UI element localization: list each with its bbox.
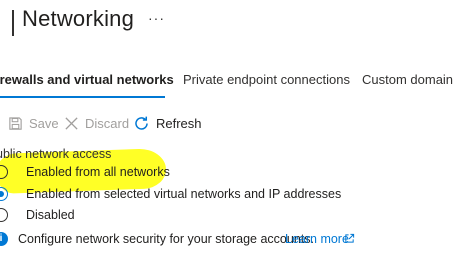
radio-label: Enabled from selected virtual networks a… (26, 187, 342, 201)
title-divider (12, 10, 14, 36)
refresh-label: Refresh (156, 115, 202, 131)
radio-button[interactable] (0, 208, 8, 222)
discard-button[interactable]: Discard (64, 112, 129, 134)
tab-private-endpoint-connections[interactable]: Private endpoint connections (183, 72, 350, 87)
tab-firewalls-virtual-networks[interactable]: irewalls and virtual networks (0, 72, 174, 87)
command-bar: Save Discard Refresh (0, 112, 474, 134)
refresh-icon (135, 116, 148, 130)
learn-more-link[interactable]: Learn more (285, 232, 349, 246)
save-button[interactable]: Save (8, 112, 59, 134)
info-icon: i (0, 232, 8, 246)
tab-custom-domain[interactable]: Custom domain (362, 72, 453, 87)
info-text: Configure network security for your stor… (18, 232, 314, 246)
radio-option-selected-networks[interactable]: Enabled from selected virtual networks a… (0, 186, 341, 204)
refresh-button[interactable]: Refresh (133, 112, 202, 134)
external-link-icon[interactable] (344, 233, 355, 244)
discard-label: Discard (85, 115, 130, 131)
save-label: Save (29, 115, 59, 131)
page-title: Networking (22, 6, 135, 31)
radio-label: Enabled from all networks (26, 165, 170, 179)
radio-option-disabled[interactable]: Disabled (0, 207, 120, 225)
more-options-button[interactable]: ··· (148, 10, 165, 26)
networking-page: Networking ··· irewalls and virtual netw… (0, 0, 474, 258)
tab-bar: irewalls and virtual networks Private en… (0, 72, 474, 92)
radio-button[interactable] (0, 165, 8, 179)
radio-button-selected[interactable] (0, 187, 8, 201)
save-icon (9, 116, 22, 130)
radio-option-all-networks[interactable]: Enabled from all networks (0, 164, 300, 182)
radio-label: Disabled (26, 208, 75, 222)
active-tab-indicator (0, 96, 165, 98)
public-network-access-label: ublic network access (0, 147, 112, 161)
info-message: i Configure network security for your st… (0, 231, 474, 247)
discard-icon (65, 116, 78, 130)
